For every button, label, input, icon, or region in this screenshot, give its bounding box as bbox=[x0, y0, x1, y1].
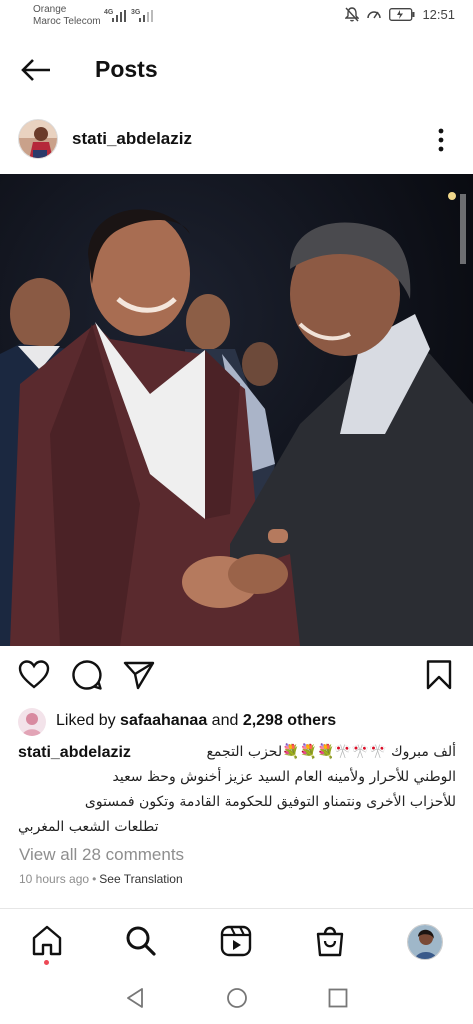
post-header: stati_abdelaziz bbox=[0, 114, 473, 166]
like-button[interactable] bbox=[17, 658, 51, 692]
arrow-left-icon bbox=[21, 59, 50, 81]
post-username[interactable]: stati_abdelaziz bbox=[72, 129, 192, 149]
avatar-image bbox=[19, 120, 57, 158]
status-bar: Orange Maroc Telecom 4G 3G 12:51 bbox=[0, 0, 473, 34]
reels-icon bbox=[220, 925, 252, 957]
liker-avatar-image bbox=[18, 708, 46, 736]
system-recents-button[interactable] bbox=[326, 986, 350, 1010]
nav-shop[interactable] bbox=[313, 924, 347, 958]
caption-line: للأحزاب الأخرى ونتمناو التوفيق للحكومة ا… bbox=[84, 794, 456, 810]
home-icon bbox=[32, 925, 62, 956]
more-vertical-icon bbox=[438, 128, 444, 152]
caption-username[interactable]: stati_abdelaziz bbox=[18, 740, 131, 765]
post-meta: 10 hours ago • See Translation bbox=[19, 872, 183, 886]
recents-square-icon bbox=[328, 988, 348, 1008]
more-button[interactable] bbox=[431, 126, 451, 154]
home-circle-icon bbox=[227, 988, 247, 1008]
view-comments-link[interactable]: View all 28 comments bbox=[19, 845, 184, 865]
post-timestamp: 10 hours ago bbox=[19, 872, 90, 886]
search-icon bbox=[126, 926, 156, 956]
liker-username[interactable]: safaahanaa bbox=[120, 712, 207, 729]
avatar[interactable] bbox=[18, 119, 58, 159]
likes-text: Liked by safaahanaa and 2,298 others bbox=[56, 712, 337, 729]
mute-icon bbox=[345, 7, 360, 22]
back-button[interactable] bbox=[18, 54, 54, 86]
comment-icon bbox=[72, 660, 102, 690]
notification-dot bbox=[44, 960, 49, 965]
likes-summary[interactable]: Liked by safaahanaa and 2,298 others bbox=[18, 708, 458, 736]
signal-icon bbox=[112, 10, 126, 22]
nav-home[interactable] bbox=[30, 924, 64, 958]
bookmark-icon bbox=[426, 660, 452, 690]
share-button[interactable] bbox=[122, 658, 156, 692]
post-photo bbox=[0, 174, 473, 646]
bottom-nav bbox=[0, 920, 473, 968]
back-triangle-icon bbox=[127, 988, 143, 1008]
caption-line: ألف مبروك 🎌🎌🎌💐💐💐لحزب التجمع bbox=[206, 744, 456, 760]
save-button[interactable] bbox=[422, 658, 456, 692]
divider bbox=[0, 908, 473, 909]
status-icons: 12:51 bbox=[345, 7, 455, 22]
page-title: Posts bbox=[95, 56, 158, 82]
post-image[interactable] bbox=[0, 174, 473, 646]
signal-icon bbox=[139, 10, 153, 22]
post-actions bbox=[0, 656, 473, 696]
heart-icon bbox=[18, 660, 50, 689]
likes-count[interactable]: 2,298 others bbox=[243, 712, 336, 729]
caption-line: تطلعات الشعب المغربي bbox=[18, 819, 159, 835]
nav-reels[interactable] bbox=[219, 924, 253, 958]
share-icon bbox=[123, 661, 155, 690]
data-saver-icon bbox=[367, 11, 382, 19]
system-nav-bar bbox=[0, 976, 473, 1024]
nav-search[interactable] bbox=[124, 924, 158, 958]
caption-line: الوطني للأحرار ولأمينه العام السيد عزيز … bbox=[112, 769, 457, 785]
shop-icon bbox=[316, 926, 344, 957]
app-header: Posts bbox=[0, 42, 473, 98]
system-back-button[interactable] bbox=[124, 986, 148, 1010]
profile-avatar-image bbox=[408, 925, 442, 959]
comment-button[interactable] bbox=[70, 658, 104, 692]
nav-profile-avatar[interactable] bbox=[407, 924, 443, 960]
clock: 12:51 bbox=[422, 7, 455, 22]
see-translation-link[interactable]: See Translation bbox=[99, 872, 182, 886]
battery-icon bbox=[389, 8, 415, 21]
carrier-name: Orange Maroc Telecom bbox=[33, 4, 101, 27]
system-home-button[interactable] bbox=[225, 986, 249, 1010]
avatar bbox=[18, 708, 46, 736]
